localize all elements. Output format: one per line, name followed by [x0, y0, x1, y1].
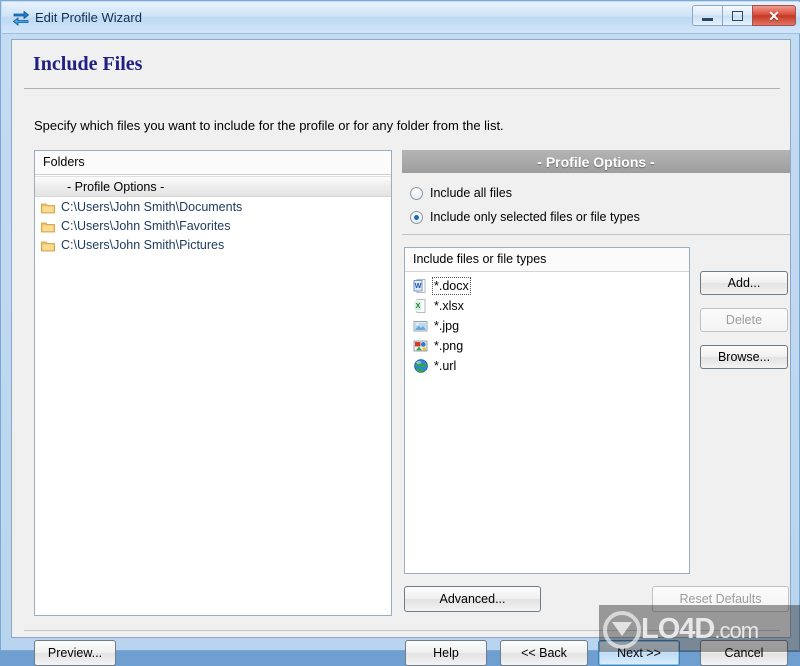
- svg-text:W: W: [415, 283, 422, 290]
- include-column-header: Include files or file types: [405, 248, 689, 272]
- profile-options-header-label: - Profile Options -: [537, 153, 655, 170]
- excel-spreadsheet-icon: X: [413, 298, 429, 314]
- restore-icon: [732, 10, 743, 21]
- watermark-content: LO4D.com: [599, 607, 800, 652]
- folder-label: C:\Users\John Smith\Favorites: [61, 218, 231, 233]
- list-item[interactable]: C:\Users\John Smith\Pictures: [35, 235, 391, 254]
- folder-icon: [41, 220, 55, 232]
- image-file-icon: [413, 318, 429, 334]
- close-button[interactable]: ✕: [752, 5, 796, 26]
- file-type-label: *.png: [434, 339, 464, 353]
- minimize-button[interactable]: [692, 5, 722, 26]
- folders-column-header: Folders: [35, 151, 391, 175]
- file-type-label: *.xlsx: [434, 299, 464, 313]
- lo4d-logo-icon: [601, 609, 643, 651]
- include-files-listbox[interactable]: Include files or file types W *.docx X *…: [404, 247, 690, 574]
- list-item[interactable]: *.png: [405, 336, 689, 356]
- list-item[interactable]: X *.xlsx: [405, 296, 689, 316]
- browse-button[interactable]: Browse...: [700, 345, 788, 369]
- word-document-icon: W: [413, 278, 429, 294]
- folders-list: - Profile Options - C:\Users\John Smith\…: [35, 176, 391, 254]
- folders-column-header-label: Folders: [43, 155, 85, 169]
- page-title: Include Files: [33, 53, 143, 75]
- folder-icon: [41, 239, 55, 251]
- list-item[interactable]: *.jpg: [405, 316, 689, 336]
- profile-options-header: - Profile Options -: [402, 150, 790, 173]
- list-item[interactable]: - Profile Options -: [35, 176, 391, 197]
- file-type-label: *.url: [434, 359, 457, 373]
- radio-label: Include only selected files or file type…: [430, 210, 640, 224]
- help-button[interactable]: Help: [405, 640, 487, 666]
- header-divider: [24, 88, 780, 89]
- delete-button: Delete: [700, 308, 788, 332]
- restore-button[interactable]: [722, 5, 752, 26]
- globe-url-icon: [413, 358, 429, 374]
- folders-listbox[interactable]: Folders - Profile Options - C:\Users\Joh…: [34, 150, 392, 616]
- file-type-label: *.jpg: [434, 319, 460, 333]
- watermark-text: LO4D.com: [641, 613, 759, 645]
- sync-arrows-icon: [12, 9, 30, 27]
- watermark-overlay: LO4D.com: [599, 605, 800, 652]
- png-image-icon: [413, 338, 429, 354]
- back-button[interactable]: << Back: [500, 640, 588, 666]
- radio-icon: [410, 186, 423, 200]
- options-divider: [402, 234, 790, 235]
- folder-label: - Profile Options -: [67, 179, 165, 194]
- wizard-window: Edit Profile Wizard ✕ Include Files Spec…: [0, 0, 800, 666]
- window-controls: ✕: [692, 5, 796, 27]
- include-list: W *.docx X *.xlsx *.jpg *.png *.url: [405, 276, 689, 376]
- client-area: Include Files Specify which files you wa…: [11, 39, 791, 666]
- list-item[interactable]: C:\Users\John Smith\Favorites: [35, 216, 391, 235]
- folder-label: C:\Users\John Smith\Documents: [61, 199, 243, 214]
- watermark-suffix: .com: [714, 618, 759, 643]
- list-item[interactable]: *.url: [405, 356, 689, 376]
- radio-include-selected-files[interactable]: Include only selected files or file type…: [410, 210, 640, 224]
- minimize-icon: [702, 17, 713, 21]
- window-title: Edit Profile Wizard: [35, 10, 142, 25]
- watermark-brand: LO4D: [641, 613, 715, 645]
- file-type-label: *.docx: [432, 277, 471, 295]
- logo-triangle: [612, 621, 632, 636]
- preview-button[interactable]: Preview...: [34, 640, 116, 666]
- folder-icon: [41, 201, 55, 213]
- add-button[interactable]: Add...: [700, 271, 788, 295]
- page-subtitle: Specify which files you want to include …: [34, 118, 504, 133]
- close-icon: ✕: [768, 7, 780, 24]
- title-bar: Edit Profile Wizard ✕: [2, 2, 800, 34]
- list-item[interactable]: W *.docx: [405, 276, 689, 296]
- advanced-button[interactable]: Advanced...: [404, 586, 541, 612]
- folder-label: C:\Users\John Smith\Pictures: [61, 237, 225, 252]
- radio-include-all-files[interactable]: Include all files: [410, 186, 512, 200]
- include-column-header-label: Include files or file types: [413, 252, 547, 266]
- radio-icon-selected: [410, 210, 423, 224]
- list-item[interactable]: C:\Users\John Smith\Documents: [35, 197, 391, 216]
- radio-label: Include all files: [430, 186, 512, 200]
- svg-text:X: X: [416, 303, 421, 310]
